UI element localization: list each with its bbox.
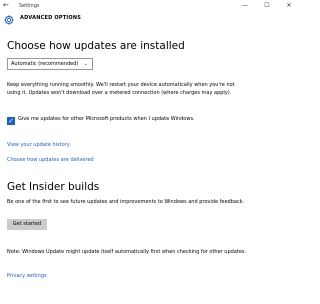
minimize-button[interactable]: — bbox=[234, 0, 256, 12]
chevron-down-icon: ⌄ bbox=[83, 61, 88, 67]
updates-description: Keep everything running smoothly. We'll … bbox=[7, 82, 235, 96]
dropdown-value: Automatic (recommended) bbox=[11, 61, 79, 67]
privacy-settings-link[interactable]: Privacy settings bbox=[7, 273, 47, 279]
updates-heading: Choose how updates are installed bbox=[7, 40, 185, 52]
page-title: ADVANCED OPTIONS bbox=[20, 15, 82, 21]
insider-heading: Get Insider builds bbox=[7, 181, 100, 193]
delivery-options-link[interactable]: Choose how updates are delivered bbox=[7, 157, 94, 163]
gear-icon bbox=[4, 15, 14, 25]
back-arrow-icon[interactable]: ← bbox=[3, 0, 13, 12]
get-started-button[interactable]: Get started bbox=[7, 219, 47, 230]
close-button[interactable]: ✕ bbox=[278, 0, 300, 12]
insider-description: Be one of the first to see future update… bbox=[7, 199, 245, 205]
update-note: Note: Windows Update might update itself… bbox=[7, 249, 247, 255]
checkbox-label: Give me updates for other Microsoft prod… bbox=[18, 116, 195, 122]
maximize-button[interactable]: ☐ bbox=[256, 0, 278, 12]
title-bar: ← Settings — ☐ ✕ bbox=[0, 0, 300, 12]
window-title: Settings bbox=[19, 3, 40, 9]
update-history-link[interactable]: View your update history bbox=[7, 142, 70, 148]
update-mode-dropdown[interactable]: Automatic (recommended) ⌄ bbox=[7, 58, 93, 70]
microsoft-products-checkbox[interactable]: ✓ bbox=[7, 117, 15, 125]
